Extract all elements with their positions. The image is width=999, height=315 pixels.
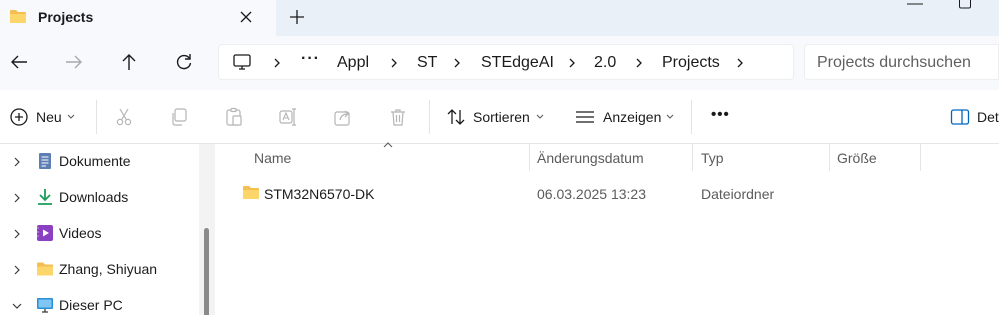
- chevron-down-icon[interactable]: [12, 300, 22, 312]
- view-icon[interactable]: [575, 107, 595, 127]
- toolbar-divider: [429, 100, 430, 134]
- download-icon: [38, 189, 52, 205]
- sidebar-item-label: Dokumente: [59, 153, 131, 169]
- breadcrumb-overflow[interactable]: ···: [301, 50, 320, 68]
- share-icon[interactable]: [333, 107, 353, 127]
- sidebar-item-label: Zhang, Shiyuan: [59, 261, 158, 277]
- tab-title: Projects: [38, 9, 94, 25]
- sidebar-scrollbar[interactable]: [199, 144, 215, 315]
- chevron-down-icon[interactable]: [67, 114, 75, 120]
- maximize-icon[interactable]: [958, 0, 972, 10]
- sidebar-item-dieser-pc[interactable]: Dieser PC: [0, 288, 199, 315]
- sidebar-item-label: Videos: [59, 225, 102, 241]
- close-icon[interactable]: [238, 9, 254, 25]
- tab-projects[interactable]: Projects: [0, 0, 276, 36]
- minimize-icon[interactable]: [905, 0, 925, 10]
- folder-icon: [243, 186, 259, 199]
- cut-icon[interactable]: [114, 107, 134, 127]
- sidebar-item-label: Dieser PC: [59, 297, 123, 313]
- breadcrumb-appl[interactable]: Appl: [337, 54, 369, 72]
- breadcrumb-2-0[interactable]: 2.0: [594, 54, 616, 72]
- details-button[interactable]: Det: [977, 109, 999, 125]
- new-tab-icon[interactable]: [288, 8, 306, 26]
- file-date: 06.03.2025 13:23: [537, 186, 646, 202]
- column-header-type[interactable]: Typ: [701, 150, 724, 166]
- address-bar[interactable]: ··· Appl ST STEdgeAI 2.0 Projects: [218, 44, 794, 80]
- chevron-right-icon[interactable]: [452, 57, 462, 69]
- search-input[interactable]: Projects durchsuchen: [804, 44, 999, 80]
- sidebar-item-downloads[interactable]: Downloads: [0, 180, 199, 216]
- view-button[interactable]: Anzeigen: [603, 109, 661, 125]
- column-divider[interactable]: [829, 144, 830, 171]
- file-name: STM32N6570-DK: [264, 186, 375, 202]
- sidebar-item-label: Downloads: [59, 189, 129, 205]
- details-pane-icon[interactable]: [950, 107, 970, 127]
- table-row[interactable]: STM32N6570-DK 06.03.2025 13:23 Dateiordn…: [216, 178, 999, 208]
- sort-button[interactable]: Sortieren: [473, 109, 530, 125]
- back-icon[interactable]: [8, 52, 30, 72]
- column-divider[interactable]: [920, 144, 921, 171]
- computer-icon: [37, 298, 53, 313]
- file-type: Dateiordner: [701, 186, 775, 202]
- chevron-down-icon[interactable]: [666, 114, 674, 120]
- add-icon[interactable]: [9, 107, 29, 127]
- breadcrumb-stedgeai[interactable]: STEdgeAI: [481, 54, 554, 72]
- folder-icon: [37, 262, 53, 276]
- address-row: ··· Appl ST STEdgeAI 2.0 Projects Projec…: [0, 36, 999, 90]
- documents-icon: [39, 153, 51, 169]
- chevron-right-icon[interactable]: [12, 228, 22, 240]
- toolbar-divider: [691, 100, 692, 134]
- file-list: Name Änderungsdatum Typ Größe STM32N6570…: [216, 142, 999, 315]
- search-placeholder: Projects durchsuchen: [817, 54, 971, 71]
- paste-icon[interactable]: [224, 107, 244, 127]
- scrollbar-thumb[interactable]: [204, 228, 209, 315]
- sidebar-item-videos[interactable]: Videos: [0, 216, 199, 252]
- delete-icon[interactable]: [388, 107, 408, 127]
- rename-icon[interactable]: [278, 107, 298, 127]
- chevron-right-icon[interactable]: [567, 57, 577, 69]
- navigation-pane: Dokumente Downloads Videos Zhang, Shiyua…: [0, 144, 199, 315]
- refresh-icon[interactable]: [173, 52, 195, 72]
- computer-icon[interactable]: [232, 53, 252, 71]
- videos-icon: [37, 225, 53, 241]
- sort-icon[interactable]: [446, 107, 466, 127]
- tab-bar: Projects: [0, 0, 999, 36]
- column-divider[interactable]: [692, 144, 693, 171]
- more-options-button[interactable]: •••: [711, 106, 730, 123]
- column-header-date[interactable]: Änderungsdatum: [537, 150, 644, 166]
- chevron-down-icon[interactable]: [536, 114, 544, 120]
- breadcrumb-projects[interactable]: Projects: [662, 54, 720, 72]
- chevron-right-icon[interactable]: [12, 192, 22, 204]
- toolbar-divider: [96, 100, 97, 134]
- new-button[interactable]: Neu: [36, 109, 62, 125]
- chevron-right-icon[interactable]: [272, 57, 282, 69]
- column-divider[interactable]: [529, 144, 530, 171]
- column-header-name[interactable]: Name: [254, 150, 291, 166]
- sidebar-item-dokumente[interactable]: Dokumente: [0, 144, 199, 180]
- chevron-right-icon[interactable]: [389, 57, 399, 69]
- chevron-right-icon[interactable]: [12, 264, 22, 276]
- sidebar-item-zhang-shiyuan[interactable]: Zhang, Shiyuan: [0, 252, 199, 288]
- chevron-right-icon[interactable]: [634, 57, 644, 69]
- chevron-right-icon[interactable]: [12, 156, 22, 168]
- forward-icon[interactable]: [63, 52, 85, 72]
- breadcrumb-st[interactable]: ST: [417, 54, 437, 72]
- copy-icon[interactable]: [169, 107, 189, 127]
- folder-icon: [10, 10, 26, 23]
- column-header-size[interactable]: Größe: [837, 150, 877, 166]
- sort-ascending-icon: [383, 142, 393, 148]
- command-bar: Neu Sortieren Anzeigen ••• Det: [0, 90, 999, 144]
- up-icon[interactable]: [118, 52, 140, 72]
- chevron-right-icon[interactable]: [735, 57, 745, 69]
